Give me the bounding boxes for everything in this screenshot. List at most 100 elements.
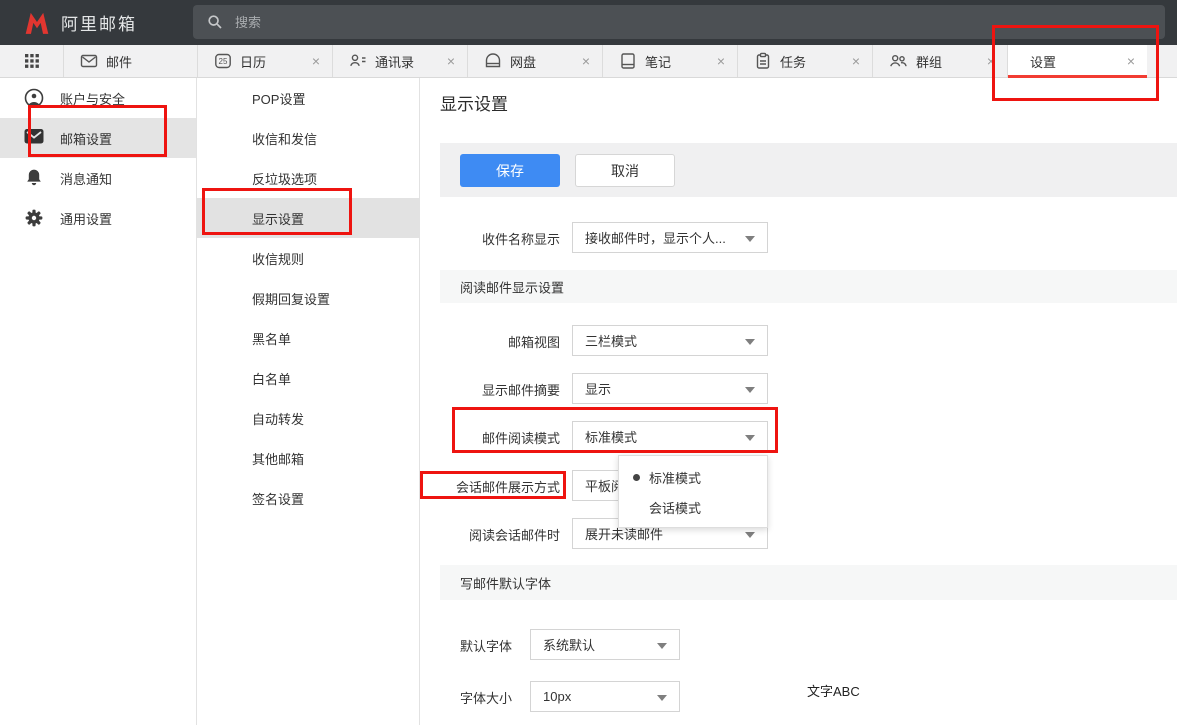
section-title: 写邮件默认字体 <box>460 573 551 592</box>
tab-close-icon[interactable]: × <box>580 54 592 68</box>
brand-logo[interactable]: 阿里邮箱 <box>22 8 137 36</box>
subsidebar-item-auto-forward[interactable]: 自动转发 <box>197 398 419 438</box>
menu-item-standard-mode[interactable]: 标准模式 <box>619 462 767 492</box>
tab-tasks[interactable]: 任务 × <box>737 45 872 77</box>
search-icon <box>207 14 223 30</box>
calendar-icon: 25 <box>214 52 232 70</box>
sidebar-item-general-settings[interactable]: 通用设置 <box>0 198 196 238</box>
account-icon <box>24 88 44 113</box>
contacts-icon <box>349 52 367 70</box>
mail-summary-dropdown[interactable]: 显示 <box>572 373 768 404</box>
section-reading-display: 阅读邮件显示设置 <box>440 270 1177 303</box>
dropdown-value: 标准模式 <box>585 427 637 446</box>
sidebar-item-label: 邮箱设置 <box>60 129 112 148</box>
sidebar-item-notifications[interactable]: 消息通知 <box>0 158 196 198</box>
section-compose-font: 写邮件默认字体 <box>440 565 1177 600</box>
tab-label: 通讯录 <box>375 52 445 71</box>
page-title: 显示设置 <box>440 90 508 115</box>
dropdown-value: 10px <box>543 689 571 704</box>
mail-settings-icon <box>24 128 44 150</box>
tab-close-icon[interactable]: × <box>1125 54 1137 68</box>
dropdown-value: 显示 <box>585 379 611 398</box>
font-size-dropdown[interactable]: 10px <box>530 681 680 712</box>
chevron-down-icon <box>657 643 667 649</box>
mailbox-view-dropdown[interactable]: 三栏模式 <box>572 325 768 356</box>
field-label-conversation-display: 会话邮件展示方式 <box>420 477 560 496</box>
tab-drive[interactable]: 网盘 × <box>467 45 602 77</box>
bell-icon <box>24 168 44 193</box>
field-label-recipient-name-display: 收件名称显示 <box>420 229 560 248</box>
tab-label: 邮件 <box>106 52 187 71</box>
tab-contacts[interactable]: 通讯录 × <box>332 45 467 77</box>
tab-close-icon[interactable]: × <box>715 54 727 68</box>
tab-close-icon[interactable]: × <box>310 54 322 68</box>
sidebar-item-mail-settings[interactable]: 邮箱设置 <box>0 118 196 158</box>
top-bar: 阿里邮箱 <box>0 0 1177 45</box>
brand-name: 阿里邮箱 <box>61 10 137 35</box>
dropdown-value: 系统默认 <box>543 635 595 654</box>
apps-grid-icon <box>25 54 39 68</box>
tab-mail[interactable]: 邮件 <box>63 45 197 77</box>
app-tab-bar: 邮件 25 日历 × 通讯录 × <box>0 45 1177 78</box>
recipient-name-display-dropdown[interactable]: 接收邮件时，显示个人... <box>572 222 768 253</box>
sidebar-item-label: 消息通知 <box>60 169 112 188</box>
chevron-down-icon <box>745 339 755 345</box>
field-label-mail-summary: 显示邮件摘要 <box>420 380 560 399</box>
section-title: 阅读邮件显示设置 <box>460 277 564 296</box>
apps-grid-button[interactable] <box>0 45 63 77</box>
drive-icon <box>484 52 502 70</box>
subsidebar-item-whitelist[interactable]: 白名单 <box>197 358 419 398</box>
menu-item-label: 标准模式 <box>649 468 701 487</box>
sidebar-item-account-security[interactable]: 账户与安全 <box>0 78 196 118</box>
chevron-down-icon <box>745 387 755 393</box>
field-label-default-font: 默认字体 <box>420 636 512 655</box>
subsidebar-item-antispam[interactable]: 反垃圾选项 <box>197 158 419 198</box>
groups-icon <box>889 52 908 70</box>
tab-settings[interactable]: 设置 × <box>1007 45 1147 77</box>
alimail-logo-icon <box>22 8 52 36</box>
chevron-down-icon <box>657 695 667 701</box>
selected-dot-icon <box>633 474 640 481</box>
display-settings-panel: 显示设置 保存 取消 收件名称显示 接收邮件时，显示个人... 阅读邮件显示设置… <box>420 78 1177 725</box>
dropdown-value: 接收邮件时，显示个人... <box>585 228 726 247</box>
subsidebar-item-pop[interactable]: POP设置 <box>197 78 419 118</box>
tasks-icon <box>754 52 772 70</box>
field-label-mailbox-view: 邮箱视图 <box>420 332 560 351</box>
svg-text:25: 25 <box>219 57 228 66</box>
tab-groups[interactable]: 群组 × <box>872 45 1007 77</box>
reading-mode-menu: 标准模式 会话模式 <box>618 455 768 528</box>
mail-icon <box>80 52 98 70</box>
chevron-down-icon <box>745 236 755 242</box>
tab-close-icon[interactable]: × <box>445 54 457 68</box>
tab-close-icon[interactable]: × <box>985 54 997 68</box>
tab-label: 群组 <box>916 52 985 71</box>
settings-sidebar: 账户与安全 邮箱设置 消息通知 <box>0 78 197 725</box>
field-label-reading-conversation: 阅读会话邮件时 <box>420 525 560 544</box>
menu-item-conversation-mode[interactable]: 会话模式 <box>619 492 767 522</box>
tab-calendar[interactable]: 25 日历 × <box>197 45 332 77</box>
subsidebar-item-send-receive[interactable]: 收信和发信 <box>197 118 419 158</box>
subsidebar-item-display-settings[interactable]: 显示设置 <box>197 198 419 238</box>
notes-icon <box>619 52 637 70</box>
field-label-font-size: 字体大小 <box>420 688 512 707</box>
cancel-button[interactable]: 取消 <box>575 154 675 187</box>
save-button[interactable]: 保存 <box>460 154 560 187</box>
search-input[interactable] <box>193 5 1165 39</box>
subsidebar-item-mail-rules[interactable]: 收信规则 <box>197 238 419 278</box>
tab-notes[interactable]: 笔记 × <box>602 45 737 77</box>
mail-settings-subsidebar: POP设置 收信和发信 反垃圾选项 显示设置 收信规则 假期回复设置 黑名单 白… <box>197 78 420 725</box>
dropdown-value: 三栏模式 <box>585 331 637 350</box>
alimail-settings-page: 阿里邮箱 邮件 <box>0 0 1177 725</box>
gear-icon <box>24 208 44 233</box>
subsidebar-item-other-mailbox[interactable]: 其他邮箱 <box>197 438 419 478</box>
default-font-dropdown[interactable]: 系统默认 <box>530 629 680 660</box>
subsidebar-item-signature[interactable]: 签名设置 <box>197 478 419 518</box>
menu-item-label: 会话模式 <box>649 498 701 517</box>
tab-label: 任务 <box>780 52 850 71</box>
subsidebar-item-vacation-reply[interactable]: 假期回复设置 <box>197 278 419 318</box>
tab-label: 日历 <box>240 52 310 71</box>
subsidebar-item-blacklist[interactable]: 黑名单 <box>197 318 419 358</box>
tab-close-icon[interactable]: × <box>850 54 862 68</box>
field-label-reading-mode: 邮件阅读模式 <box>420 428 560 447</box>
reading-mode-dropdown[interactable]: 标准模式 <box>572 421 768 452</box>
